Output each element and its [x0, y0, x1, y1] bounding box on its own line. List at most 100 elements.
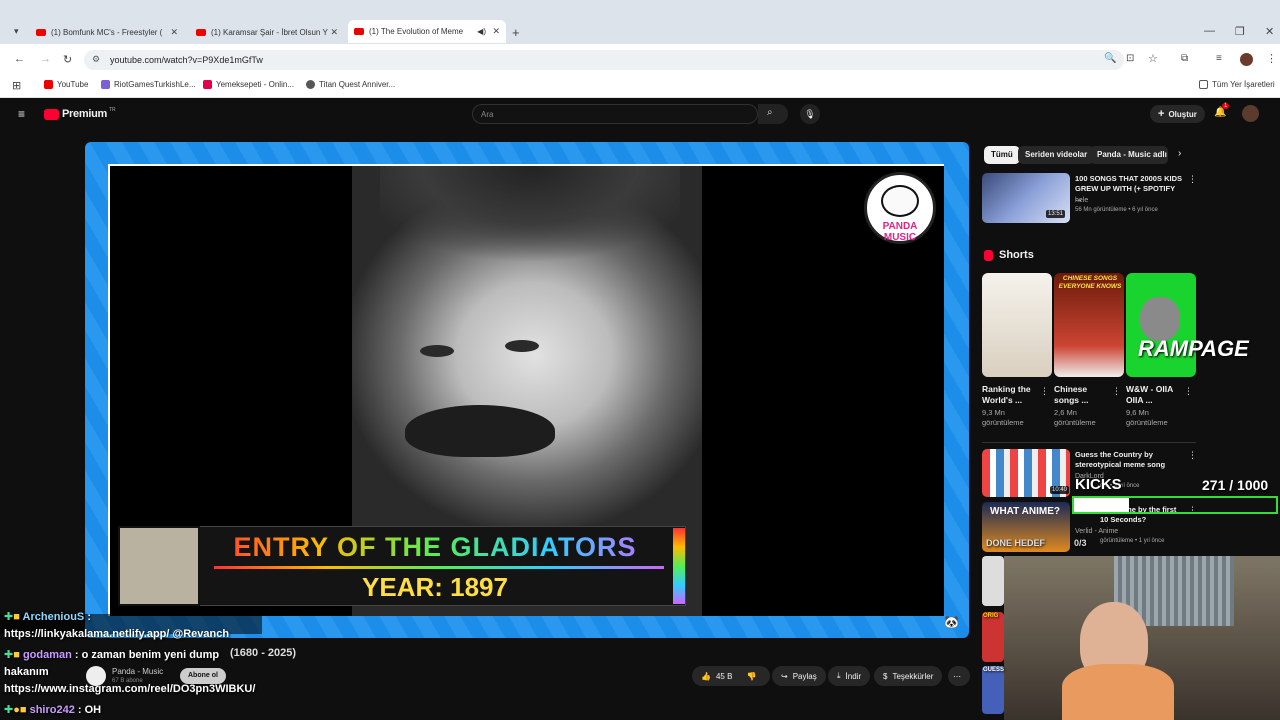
new-tab-button[interactable]: +: [512, 25, 520, 40]
short-thumbnail-2[interactable]: CHINESE SONGS EVERYONE KNOWS: [1054, 273, 1124, 377]
youtube-logo-icon: [44, 108, 59, 120]
watermark-icon: 🐼: [944, 615, 959, 629]
thumb-label-guess: GUESS: [983, 667, 1005, 673]
share-button[interactable]: ↪ Paylaş: [772, 666, 826, 686]
chips-next-icon[interactable]: ›: [1178, 148, 1181, 159]
notification-badge: 1: [1222, 103, 1230, 109]
site-info-icon[interactable]: ⚙: [92, 54, 100, 65]
video-menu-icon[interactable]: ⋮: [1188, 174, 1197, 185]
chip-channel[interactable]: Panda - Music adlı yü: [1090, 146, 1168, 164]
video-menu-icon[interactable]: ⋮: [1188, 450, 1197, 461]
portrait-mustache: [405, 405, 555, 457]
forward-icon[interactable]: →: [40, 53, 51, 65]
maximize-icon[interactable]: ❐: [1235, 25, 1245, 38]
url-field[interactable]: ⚙ youtube.com/watch?v=P9Xde1mGfTw: [84, 50, 1124, 70]
reload-icon[interactable]: ↻: [63, 53, 72, 66]
search-icon: ⌕: [767, 107, 773, 118]
bookmark-riotgames[interactable]: RiotGamesTurkishLe...: [101, 80, 196, 89]
download-icon: ⤓: [837, 671, 841, 680]
bookmark-titan-quest[interactable]: Titan Quest Anniver...: [306, 80, 395, 89]
audio-playing-icon[interactable]: ◀): [477, 27, 486, 36]
install-app-icon[interactable]: ⊡: [1126, 53, 1134, 64]
top-video-duration: 13:51: [1046, 210, 1066, 218]
badge-icon: ●: [13, 704, 20, 716]
tab-evolution-of-meme[interactable]: (1) The Evolution of Meme ◀) ✕: [348, 20, 506, 43]
rampage-overlay: RAMPAGE: [1138, 336, 1249, 361]
tab-karamsar[interactable]: (1) Karamsar Şair - İbret Olsun Y ✕: [190, 21, 344, 43]
portrait-right-eye: [505, 340, 539, 352]
tab-title: (1) The Evolution of Meme: [369, 27, 464, 36]
chat-text: hakanım: [4, 666, 49, 678]
thanks-button[interactable]: $ Teşekkürler: [874, 666, 943, 686]
bookmark-yemeksepeti[interactable]: Yemeksepeti - Onlin...: [203, 80, 294, 89]
youtube-premium-logo[interactable]: Premium TR: [44, 107, 116, 120]
zoom-icon[interactable]: 🔍: [1104, 53, 1116, 64]
sidebar-thumb-partial[interactable]: [982, 612, 1004, 662]
media-control-icon[interactable]: ≡: [1216, 53, 1222, 64]
chip-series[interactable]: Seriden videolar: [1018, 146, 1095, 164]
chip-all[interactable]: Tümü: [984, 146, 1020, 164]
short-title-2[interactable]: Chinese songs ...: [1054, 384, 1110, 406]
badge-icon: ✚: [4, 704, 14, 716]
panda-music-logo: PANDA MUSIC: [864, 172, 936, 244]
minimize-icon[interactable]: —: [1204, 25, 1215, 37]
tab-close-icon[interactable]: ✕: [170, 27, 178, 38]
download-button[interactable]: ⤓ İndir: [828, 666, 871, 686]
all-bookmarks[interactable]: Tüm Yer İşaretleri: [1199, 80, 1275, 89]
extensions-icon[interactable]: ⧉: [1181, 53, 1188, 64]
sidebar-thumb-partial[interactable]: [982, 556, 1004, 606]
more-actions-button[interactable]: ⋯: [948, 666, 970, 686]
video3-meta: görüntüleme • 1 yıl önce: [1100, 538, 1165, 544]
close-window-icon[interactable]: ✕: [1265, 25, 1274, 38]
badge-icon: ✚: [4, 611, 14, 623]
search-button[interactable]: ⌕: [758, 104, 788, 124]
voice-search-icon[interactable]: 🎙: [800, 104, 820, 124]
apps-grid-icon[interactable]: ⊞: [12, 79, 21, 92]
bookmark-youtube[interactable]: YouTube: [44, 80, 88, 89]
short-title-3[interactable]: W&W - OIIA OIIA ...: [1126, 384, 1182, 406]
top-video-title[interactable]: 100 SONGS THAT 2000S KIDS GREW UP WITH (…: [1075, 174, 1183, 204]
short-menu-icon[interactable]: ⋮: [1112, 386, 1121, 397]
bookmark-star-icon[interactable]: ☆: [1148, 52, 1158, 65]
thumb-label-orig: ORIG: [983, 613, 999, 619]
cat-image: [1140, 297, 1180, 341]
video2-title[interactable]: Guess the Country by stereotypical meme …: [1075, 450, 1183, 470]
search-input[interactable]: Ara: [472, 104, 758, 124]
sidebar-thumb-partial[interactable]: [982, 666, 1004, 714]
chat-text: : OH: [77, 704, 102, 716]
channel-name[interactable]: Panda - Music: [112, 667, 163, 676]
chat-username: shiro242: [29, 704, 75, 716]
divider: [982, 442, 1196, 443]
like-dislike-button[interactable]: 👍 45 B 👎: [692, 666, 770, 686]
thumbs-down-icon[interactable]: 👎: [746, 672, 756, 681]
youtube-header: ≡ Premium TR Ara ⌕ 🎙 + Oluştur 🔔 1: [0, 99, 1280, 129]
tab-search-chevron-icon[interactable]: ▾: [14, 26, 19, 37]
account-avatar[interactable]: [1242, 105, 1259, 122]
youtube-favicon-icon: [354, 28, 364, 35]
done-goal-label: DONE HEDEF: [986, 538, 1046, 548]
short-views-2: 2,6 Mn görüntüleme: [1054, 408, 1096, 427]
short-menu-icon[interactable]: ⋮: [1040, 386, 1049, 397]
video2-duration: 10:40: [1050, 486, 1070, 494]
short-thumbnail-1[interactable]: [982, 273, 1052, 377]
subscribe-button[interactable]: Abone ol: [180, 668, 226, 684]
tab-close-icon[interactable]: ✕: [330, 27, 338, 38]
rainbow-divider: [214, 566, 664, 569]
browser-menu-icon[interactable]: ⋮: [1266, 52, 1277, 65]
tab-bomfunk[interactable]: (1) Bomfunk MC's - Freestyler ( ✕: [30, 21, 184, 43]
badge-icon: ✚: [4, 649, 14, 661]
portrait-hair: [380, 166, 680, 286]
chat-message: ✚■ ArcheniouS :: [4, 610, 91, 623]
hamburger-menu-icon[interactable]: ≡: [18, 107, 25, 121]
tab-close-icon[interactable]: ✕: [492, 26, 500, 37]
chat-text: https://www.instagram.com/reel/DO3pn3WIB…: [4, 683, 256, 695]
top-video-channel: hele: [1075, 197, 1089, 204]
back-icon[interactable]: ←: [14, 53, 25, 65]
create-button[interactable]: + Oluştur: [1150, 105, 1205, 123]
profile-avatar[interactable]: [1240, 53, 1253, 66]
yemeksepeti-icon: [203, 80, 212, 89]
short-menu-icon[interactable]: ⋮: [1184, 386, 1193, 397]
chat-message: ✚●■ shiro242 : OH: [4, 703, 101, 716]
short-title-1[interactable]: Ranking the World's ...: [982, 384, 1038, 406]
kick-counter: 271 / 1000: [1202, 477, 1269, 493]
